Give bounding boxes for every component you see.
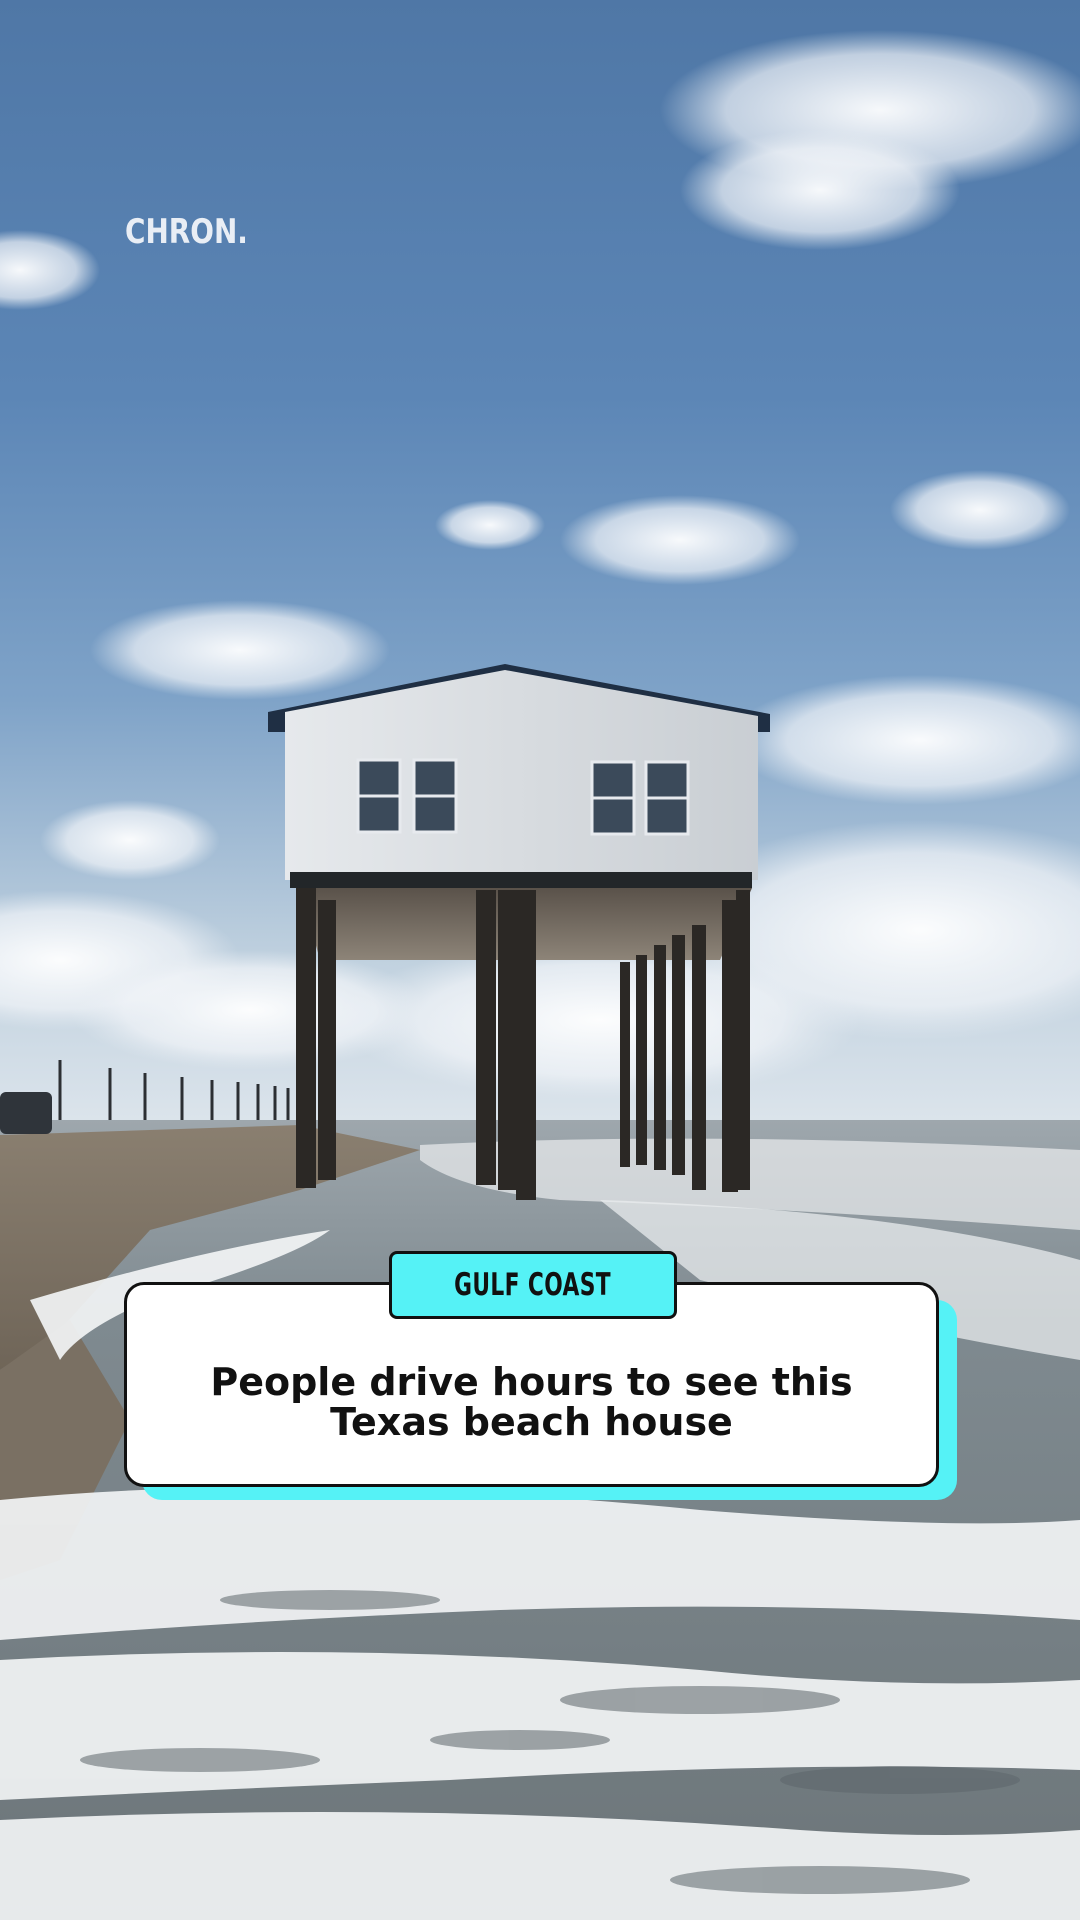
- caption-title: People drive hours to see this Texas bea…: [210, 1359, 853, 1444]
- caption-tag: GULF COAST: [389, 1251, 677, 1319]
- parked-truck: [0, 1092, 52, 1134]
- caption-tag-label: GULF COAST: [454, 1267, 612, 1303]
- video-frame: CHRON. People drive hours to see this Te…: [0, 0, 1080, 1920]
- beach-scene: [0, 30, 1080, 1920]
- beach-house: [268, 664, 770, 1200]
- chron-watermark: CHRON.: [125, 212, 248, 252]
